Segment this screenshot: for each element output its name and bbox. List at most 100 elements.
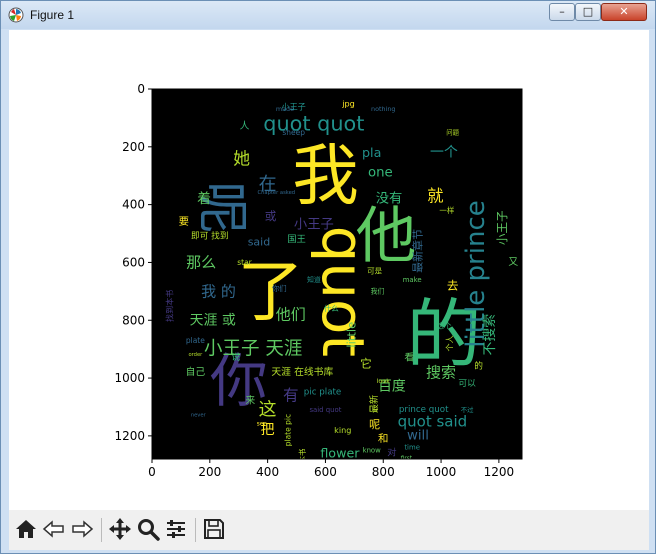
x-tick-label: 0 <box>148 465 156 479</box>
word-cloud-word: 个人 <box>445 335 455 351</box>
word-cloud-word: 那么 <box>186 253 216 271</box>
toolbar-separator <box>195 518 196 542</box>
word-cloud-word: 小王子 <box>495 210 509 245</box>
word-cloud-word: 找到本书 <box>164 290 174 322</box>
word-cloud-word: 她 <box>233 148 250 168</box>
word-cloud-word: 一样 <box>439 205 454 215</box>
word-cloud-word: 它 <box>360 357 372 371</box>
word-cloud-word: pic plate <box>304 388 341 398</box>
word-cloud-word: 天涯 或 <box>190 312 236 328</box>
word-cloud-word: jpg <box>341 98 355 108</box>
y-tick-label: 200 <box>122 140 145 154</box>
word-cloud-word: said quot <box>309 406 341 414</box>
word-cloud-word: plate pic <box>283 414 292 446</box>
title-bar[interactable]: Figure 1 – □ ✕ <box>1 1 655 29</box>
home-icon[interactable] <box>13 516 39 542</box>
matplotlib-logo-icon <box>8 7 24 23</box>
pan-move-icon[interactable] <box>107 516 133 542</box>
word-cloud-word: 可是 <box>367 267 382 276</box>
word-cloud-word: nothing <box>371 105 395 113</box>
word-cloud-word: little <box>344 322 358 348</box>
x-tick-label: 600 <box>314 465 337 479</box>
y-tick-label: 0 <box>137 82 145 96</box>
word-cloud-word: flower <box>320 446 360 461</box>
word-cloud-word: one <box>368 165 393 180</box>
word-cloud-word: 最新章节 <box>410 229 424 273</box>
word-cloud-word: know <box>363 446 382 454</box>
window-title: Figure 1 <box>30 8 75 22</box>
word-cloud-word: 来 <box>245 395 255 407</box>
word-cloud-word: Chapter asked <box>258 190 296 196</box>
y-tick-label: 400 <box>122 198 145 212</box>
axes: 我的quot了你他呢 little princequot quot小王子 天涯qu… <box>114 82 523 479</box>
word-cloud-word: 你们 <box>272 283 287 293</box>
forward-arrow-icon[interactable] <box>69 516 95 542</box>
word-cloud-word: 看 <box>404 350 414 363</box>
word-cloud-word: prince quot <box>399 405 449 415</box>
x-tick-label: 200 <box>198 465 221 479</box>
word-cloud-word: 知道 <box>307 275 321 284</box>
word-cloud-word: order <box>188 352 203 358</box>
word-cloud-word: 人 <box>240 120 250 132</box>
word-cloud-word: will <box>407 428 429 443</box>
word-cloud-word: time <box>404 443 420 451</box>
word-cloud-word: 最新 <box>368 395 380 414</box>
word-cloud-word: 一个 <box>430 145 458 161</box>
word-cloud-word: sheep <box>282 128 305 137</box>
word-cloud-word: 或 <box>265 209 277 223</box>
figure-window: Figure 1 – □ ✕ 我的 quot 了你他呢 little prince qu… <box>0 0 656 554</box>
word-cloud-word: 不搜索 <box>481 314 498 356</box>
word-cloud-word: see <box>257 421 268 427</box>
word-cloud-word: 就 <box>427 186 443 205</box>
figure-canvas[interactable]: 我的 quot 了你他呢 little prince quot quot 小王子 天涯 qu… <box>9 30 649 510</box>
minimize-button[interactable]: – <box>549 3 575 21</box>
word-cloud-word: 和 <box>378 433 388 445</box>
word-cloud-word: make <box>403 276 422 284</box>
word-cloud-word: 去 <box>447 279 459 293</box>
word-cloud-word: 本书 <box>297 448 307 463</box>
word-cloud-word: 要 <box>179 216 189 228</box>
x-tick-label: 800 <box>372 465 395 479</box>
word-cloud-word: 又 <box>508 256 518 268</box>
word-cloud-word: 国王 <box>287 234 306 245</box>
word-cloud-word: 没有 <box>376 190 403 206</box>
word-cloud-word: 搜索 <box>426 363 456 381</box>
word-cloud-word: 我们 <box>371 286 385 295</box>
word-cloud-word: 天涯 在线书库 <box>271 365 333 378</box>
word-cloud-word: 问题 <box>446 128 459 136</box>
word-cloud-word: 说 <box>231 351 240 363</box>
word-cloud-word: 对 <box>387 447 396 459</box>
word-cloud-word: 什么 <box>324 303 339 313</box>
word-cloud-word: 他 <box>356 201 417 271</box>
word-cloud-word: 小王子 天涯 <box>204 339 302 360</box>
back-arrow-icon[interactable] <box>41 516 67 542</box>
toolbar-separator <box>101 518 102 542</box>
word-cloud-word: 即可 找到 <box>191 229 229 241</box>
word-cloud-word: look <box>377 377 391 385</box>
navigation-toolbar <box>9 510 649 550</box>
y-tick-label: 1000 <box>114 371 145 385</box>
word-cloud-word: 的 <box>474 360 483 372</box>
word-cloud-word: 我 的 <box>201 282 236 300</box>
word-cloud-word: 呢 <box>369 418 380 431</box>
x-tick-label: 400 <box>256 465 279 479</box>
close-button[interactable]: ✕ <box>601 3 647 21</box>
zoom-magnifier-icon[interactable] <box>135 516 161 542</box>
x-tick-label: 1000 <box>426 465 457 479</box>
word-cloud-word: 小王子 <box>294 216 334 232</box>
word-cloud-word: 他们 <box>276 305 306 323</box>
word-cloud-word: 不过 <box>461 405 474 414</box>
word-cloud-word: 有 <box>283 386 299 404</box>
word-cloud-word: king <box>334 425 351 435</box>
y-tick-label: 1200 <box>114 429 145 443</box>
maximize-button[interactable]: □ <box>575 3 601 21</box>
y-tick-label: 600 <box>122 255 145 269</box>
word-cloud-word: 可以 <box>458 378 476 389</box>
word-cloud-word: 这 <box>259 399 277 420</box>
configure-subplots-icon[interactable] <box>163 516 189 542</box>
wordcloud-plot: 我的quot了你他呢 little princequot quot小王子 天涯qu… <box>114 82 523 479</box>
word-cloud-word: 我 <box>292 137 359 215</box>
save-floppy-icon[interactable] <box>201 516 227 542</box>
word-cloud-word: star <box>237 258 252 267</box>
word-cloud-word: 自己 <box>186 365 206 378</box>
